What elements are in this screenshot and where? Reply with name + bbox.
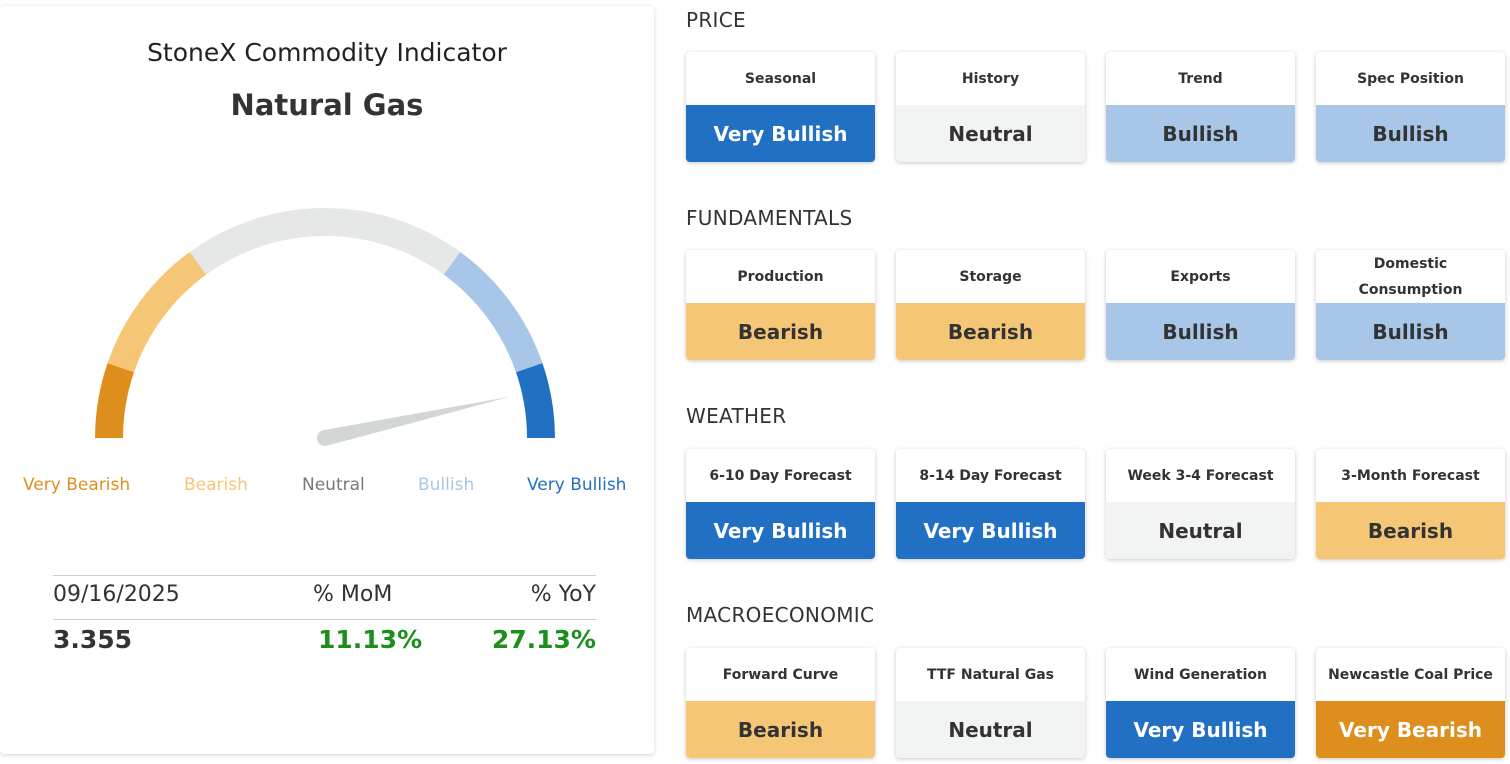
card-production[interactable]: Production Bearish bbox=[686, 250, 875, 360]
legend-very-bearish: Very Bearish bbox=[23, 475, 131, 495]
card-status: Bullish bbox=[1316, 303, 1505, 360]
card-3-month-forecast[interactable]: 3-Month Forecast Bearish bbox=[1316, 449, 1505, 559]
legend-bearish: Bearish bbox=[184, 475, 248, 495]
gauge-segment-bearish bbox=[107, 251, 207, 373]
card-status: Very Bullish bbox=[896, 502, 1085, 559]
card-status: Very Bullish bbox=[686, 105, 875, 162]
card-title: TTF Natural Gas bbox=[927, 666, 1054, 683]
card-title: Forward Curve bbox=[722, 666, 839, 683]
card-storage[interactable]: Storage Bearish bbox=[896, 250, 1085, 360]
section-label-macroeconomic: MACROECONOMIC bbox=[686, 603, 875, 627]
card-status: Neutral bbox=[896, 105, 1085, 162]
card-wind-generation[interactable]: Wind Generation Very Bullish bbox=[1106, 648, 1295, 758]
card-title: Newcastle Coal Price bbox=[1328, 666, 1493, 683]
card-title: History bbox=[961, 70, 1020, 87]
card-status: Bearish bbox=[686, 701, 875, 758]
gauge-segment-neutral bbox=[189, 208, 461, 275]
card-trend[interactable]: Trend Bullish bbox=[1106, 52, 1295, 162]
card-6-10-day-forecast[interactable]: 6-10 Day Forecast Very Bullish bbox=[686, 449, 875, 559]
card-status: Very Bullish bbox=[1106, 701, 1295, 758]
card-title: Trend bbox=[1178, 70, 1223, 87]
card-status: Bearish bbox=[686, 303, 875, 360]
card-status: Bearish bbox=[1316, 502, 1505, 559]
card-title: 3-Month Forecast bbox=[1341, 467, 1480, 484]
card-status: Bullish bbox=[1106, 105, 1295, 162]
gauge-needle-hub bbox=[317, 430, 333, 446]
card-title: Wind Generation bbox=[1134, 666, 1267, 683]
card-8-14-day-forecast[interactable]: 8-14 Day Forecast Very Bullish bbox=[896, 449, 1085, 559]
stats-yoy-value: 27.13% bbox=[491, 625, 596, 654]
card-title: Spec Position bbox=[1357, 70, 1464, 87]
card-status: Bullish bbox=[1106, 303, 1295, 360]
card-forward-curve[interactable]: Forward Curve Bearish bbox=[686, 648, 875, 758]
section-label-price: PRICE bbox=[686, 8, 746, 32]
card-title: Domestic Consumption bbox=[1358, 255, 1463, 298]
card-status: Neutral bbox=[896, 701, 1085, 758]
legend-neutral: Neutral bbox=[302, 475, 365, 495]
card-title: Week 3-4 Forecast bbox=[1127, 467, 1274, 484]
section-label-weather: WEATHER bbox=[686, 404, 787, 428]
card-status: Bearish bbox=[896, 303, 1085, 360]
card-title: Production bbox=[737, 268, 824, 285]
card-title: 6-10 Day Forecast bbox=[709, 467, 852, 484]
card-title: Exports bbox=[1170, 268, 1231, 285]
stats-mom-value: 11.13% bbox=[318, 625, 423, 654]
card-spec-position[interactable]: Spec Position Bullish bbox=[1316, 52, 1505, 162]
card-title: 8-14 Day Forecast bbox=[919, 467, 1062, 484]
gauge-segment-very-bearish bbox=[95, 363, 135, 439]
legend-bullish: Bullish bbox=[418, 475, 475, 495]
card-history[interactable]: History Neutral bbox=[896, 52, 1085, 162]
gauge-segment-bullish bbox=[443, 251, 543, 373]
card-status: Neutral bbox=[1106, 502, 1295, 559]
stats-price: 3.355 bbox=[53, 625, 133, 654]
gauge-needle bbox=[323, 396, 511, 446]
section-label-fundamentals: FUNDAMENTALS bbox=[686, 206, 853, 230]
card-ttf-natural-gas[interactable]: TTF Natural Gas Neutral bbox=[896, 648, 1085, 758]
card-newcastle-coal-price[interactable]: Newcastle Coal Price Very Bearish bbox=[1316, 648, 1505, 758]
stats-divider-mid bbox=[53, 619, 596, 620]
card-domestic-consumption[interactable]: Domestic Consumption Bullish bbox=[1316, 250, 1505, 360]
card-exports[interactable]: Exports Bullish bbox=[1106, 250, 1295, 360]
card-title: Storage bbox=[959, 268, 1022, 285]
card-status: Very Bearish bbox=[1316, 701, 1505, 758]
gauge-segment-very-bullish bbox=[515, 363, 555, 439]
card-title: Seasonal bbox=[744, 70, 817, 87]
legend-very-bullish: Very Bullish bbox=[527, 475, 627, 495]
stats-yoy-header: % YoY bbox=[530, 582, 596, 607]
card-week-3-4-forecast[interactable]: Week 3-4 Forecast Neutral bbox=[1106, 449, 1295, 559]
card-status: Bullish bbox=[1316, 105, 1505, 162]
indicator-panel: StoneX Commodity Indicator Natural Gas V… bbox=[0, 6, 654, 754]
stats-date: 09/16/2025 bbox=[53, 582, 180, 607]
stats-mom-header: % MoM bbox=[313, 582, 393, 607]
stats-divider-top bbox=[53, 575, 596, 576]
sentiment-gauge bbox=[95, 208, 555, 446]
card-seasonal[interactable]: Seasonal Very Bullish bbox=[686, 52, 875, 162]
card-status: Very Bullish bbox=[686, 502, 875, 559]
